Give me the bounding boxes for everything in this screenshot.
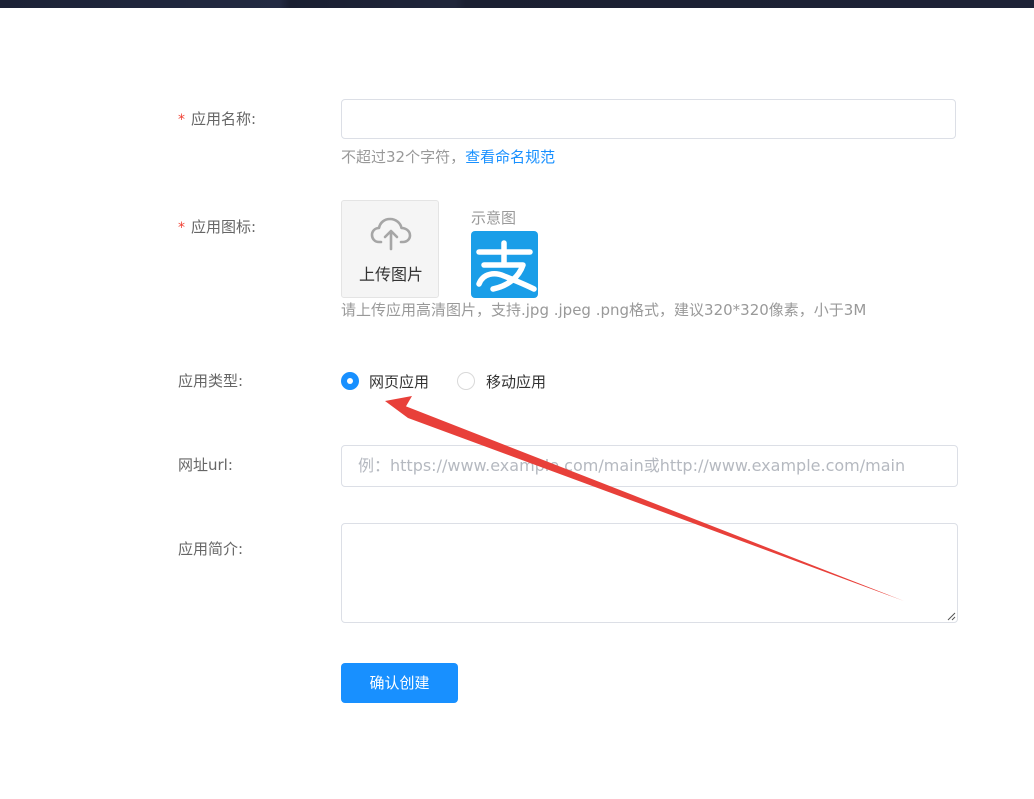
radio-web-app-label[interactable]: 网页应用 — [369, 371, 429, 392]
app-name-input[interactable] — [341, 99, 956, 139]
required-mark: * — [178, 112, 185, 128]
app-type-label: 应用类型: — [178, 372, 244, 390]
alipay-logo — [471, 231, 538, 298]
radio-mobile-app-label[interactable]: 移动应用 — [486, 371, 546, 392]
app-intro-textarea[interactable] — [341, 523, 958, 623]
upload-image-button[interactable]: 上传图片 — [341, 200, 439, 298]
url-input[interactable]: 例：https://www.example.com/main或http://ww… — [341, 445, 958, 487]
app-name-hint: 不超过32个字符，查看命名规范 — [341, 148, 556, 166]
app-name-label: * 应用名称: — [178, 110, 257, 128]
cloud-upload-icon — [370, 217, 412, 251]
alipay-logo-glyph — [476, 240, 537, 292]
sample-image-label: 示意图 — [471, 209, 517, 227]
radio-web-app[interactable] — [341, 372, 359, 390]
app-intro-label: 应用简介: — [178, 540, 244, 558]
url-label: 网址url: — [178, 456, 233, 474]
app-icon-label: * 应用图标: — [178, 218, 257, 236]
confirm-create-button[interactable]: 确认创建 — [341, 663, 458, 703]
required-mark: * — [178, 220, 185, 236]
radio-mobile-app[interactable] — [457, 372, 475, 390]
create-app-form: * 应用名称: 不超过32个字符，查看命名规范 * 应用图标: 上传图片 示意图 请… — [0, 0, 1034, 799]
resize-handle-icon[interactable] — [946, 611, 956, 621]
naming-rules-link[interactable]: 查看命名规范 — [465, 148, 555, 166]
app-icon-hint: 请上传应用高清图片，支持.jpg .jpeg .png格式，建议320*320像… — [341, 301, 867, 319]
upload-image-label: 上传图片 — [358, 265, 423, 284]
